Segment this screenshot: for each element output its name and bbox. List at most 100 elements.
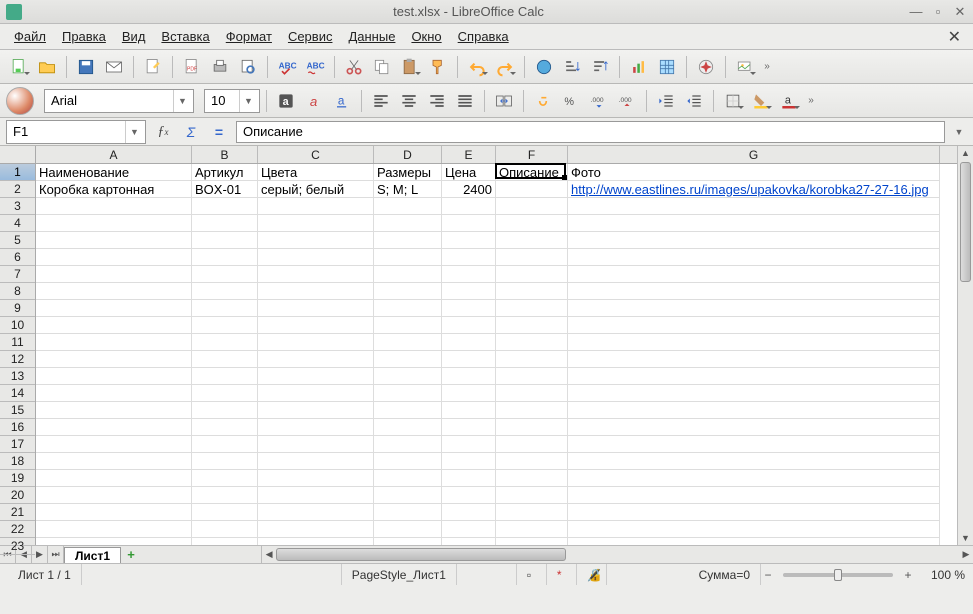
row-header-10[interactable]: 10 <box>0 317 35 334</box>
cell-F8[interactable] <box>496 283 568 300</box>
cell-A9[interactable] <box>36 300 192 317</box>
cell-D4[interactable] <box>374 215 442 232</box>
cell-G20[interactable] <box>568 487 940 504</box>
cell-C14[interactable] <box>258 385 374 402</box>
row-header-17[interactable]: 17 <box>0 436 35 453</box>
cell-G8[interactable] <box>568 283 940 300</box>
cell-B10[interactable] <box>192 317 258 334</box>
cell-G22[interactable] <box>568 521 940 538</box>
cell-B8[interactable] <box>192 283 258 300</box>
remove-decimal-button[interactable]: .000 <box>614 88 640 114</box>
row-header-16[interactable]: 16 <box>0 419 35 436</box>
cell-F16[interactable] <box>496 419 568 436</box>
cell-D6[interactable] <box>374 249 442 266</box>
scroll-left-button[interactable]: ◀ <box>262 546 276 563</box>
cell-A10[interactable] <box>36 317 192 334</box>
cell-B19[interactable] <box>192 470 258 487</box>
navigator-button[interactable] <box>693 54 719 80</box>
background-color-button[interactable] <box>748 88 774 114</box>
cell-F3[interactable] <box>496 198 568 215</box>
font-size-dropdown[interactable]: ▼ <box>239 90 257 112</box>
cell-G21[interactable] <box>568 504 940 521</box>
sort-asc-button[interactable] <box>559 54 585 80</box>
cell-D2[interactable]: S; M; L <box>374 181 442 198</box>
status-signature-icon[interactable]: 🔏 <box>577 564 607 585</box>
cell-C4[interactable] <box>258 215 374 232</box>
save-button[interactable] <box>73 54 99 80</box>
status-insert-mode[interactable] <box>457 564 517 585</box>
cell-A11[interactable] <box>36 334 192 351</box>
row-header-13[interactable]: 13 <box>0 368 35 385</box>
cell-C12[interactable] <box>258 351 374 368</box>
cell-E11[interactable] <box>442 334 496 351</box>
hyperlink-button[interactable] <box>531 54 557 80</box>
row-header-8[interactable]: 8 <box>0 283 35 300</box>
cell-D3[interactable] <box>374 198 442 215</box>
cell-B12[interactable] <box>192 351 258 368</box>
cell-B14[interactable] <box>192 385 258 402</box>
cell-G9[interactable] <box>568 300 940 317</box>
cell-C6[interactable] <box>258 249 374 266</box>
cell-G18[interactable] <box>568 453 940 470</box>
merge-cells-button[interactable] <box>491 88 517 114</box>
row-header-18[interactable]: 18 <box>0 453 35 470</box>
cell-E6[interactable] <box>442 249 496 266</box>
cell-A4[interactable] <box>36 215 192 232</box>
cell-F23[interactable] <box>496 538 568 545</box>
decrease-indent-button[interactable] <box>653 88 679 114</box>
cell-B16[interactable] <box>192 419 258 436</box>
chart-button[interactable] <box>626 54 652 80</box>
borders-button[interactable] <box>720 88 746 114</box>
status-page-style[interactable]: PageStyle_Лист1 <box>342 564 457 585</box>
cell-A7[interactable] <box>36 266 192 283</box>
currency-button[interactable] <box>530 88 556 114</box>
row-header-3[interactable]: 3 <box>0 198 35 215</box>
cell-E17[interactable] <box>442 436 496 453</box>
cell-E7[interactable] <box>442 266 496 283</box>
menu-format[interactable]: Формат <box>218 26 280 47</box>
cell-C5[interactable] <box>258 232 374 249</box>
cell-G5[interactable] <box>568 232 940 249</box>
cell-F9[interactable] <box>496 300 568 317</box>
cell-A15[interactable] <box>36 402 192 419</box>
cell-A21[interactable] <box>36 504 192 521</box>
cell-C11[interactable] <box>258 334 374 351</box>
cell-B13[interactable] <box>192 368 258 385</box>
cell-C10[interactable] <box>258 317 374 334</box>
zoom-value[interactable]: 100 % <box>915 568 965 582</box>
add-sheet-button[interactable]: + <box>121 546 141 563</box>
row-header-14[interactable]: 14 <box>0 385 35 402</box>
cell-G1[interactable]: Фото <box>568 164 940 181</box>
gallery-button[interactable] <box>732 54 758 80</box>
cell-G17[interactable] <box>568 436 940 453</box>
column-header-E[interactable]: E <box>442 146 496 163</box>
row-header-15[interactable]: 15 <box>0 402 35 419</box>
cell-F5[interactable] <box>496 232 568 249</box>
cell-F13[interactable] <box>496 368 568 385</box>
align-justify-button[interactable] <box>452 88 478 114</box>
column-header-B[interactable]: B <box>192 146 258 163</box>
cell-D19[interactable] <box>374 470 442 487</box>
status-selection-mode[interactable]: ▫ <box>517 564 547 585</box>
row-header-9[interactable]: 9 <box>0 300 35 317</box>
row-header-1[interactable]: 1 <box>0 164 35 181</box>
cell-E14[interactable] <box>442 385 496 402</box>
cell-F18[interactable] <box>496 453 568 470</box>
cell-C18[interactable] <box>258 453 374 470</box>
cell-D23[interactable] <box>374 538 442 545</box>
close-window-button[interactable]: ✕ <box>953 5 967 19</box>
cell-G2[interactable]: http://www.eastlines.ru/images/upakovka/… <box>568 181 940 198</box>
tab-last-button[interactable]: ⏭ <box>48 546 64 563</box>
font-color-button[interactable]: a <box>776 88 802 114</box>
cell-A18[interactable] <box>36 453 192 470</box>
show-grid-button[interactable] <box>654 54 680 80</box>
cell-C19[interactable] <box>258 470 374 487</box>
cell-A5[interactable] <box>36 232 192 249</box>
cell-C2[interactable]: серый; белый <box>258 181 374 198</box>
cell-F4[interactable] <box>496 215 568 232</box>
cell-G11[interactable] <box>568 334 940 351</box>
name-box[interactable]: ▼ <box>6 120 146 144</box>
scroll-up-button[interactable]: ▲ <box>958 146 973 160</box>
cell-D9[interactable] <box>374 300 442 317</box>
cell-A23[interactable] <box>36 538 192 545</box>
